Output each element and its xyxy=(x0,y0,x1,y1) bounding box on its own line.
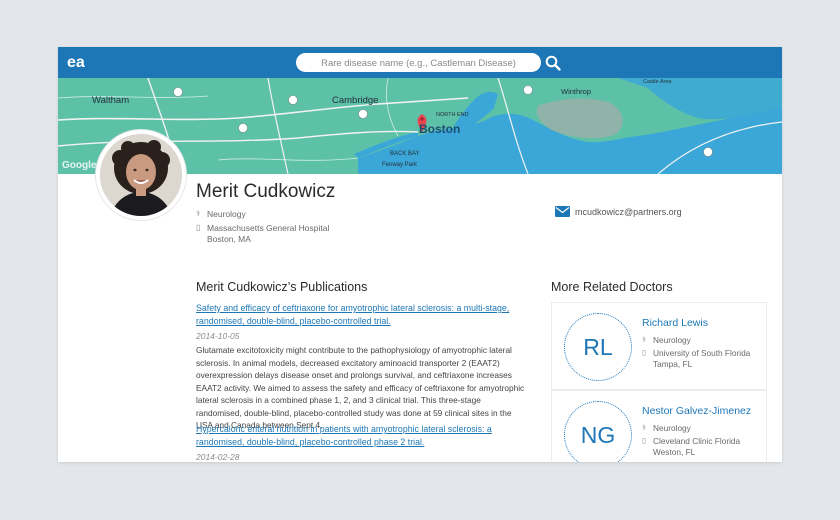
related-doctor-specialty-row: ⚕ Neurology xyxy=(642,335,691,345)
publication-item: Hypercaloric enteral nutrition in patien… xyxy=(196,423,526,462)
stethoscope-icon: ⚕ xyxy=(642,335,647,344)
publication-title-link[interactable]: Safety and efficacy of ceftriaxone for a… xyxy=(196,302,526,328)
google-watermark: Google xyxy=(62,160,97,171)
disease-search-input[interactable] xyxy=(296,54,541,73)
related-doctor-city: Tampa, FL xyxy=(653,359,693,369)
envelope-icon xyxy=(555,206,570,217)
app-window: ea Rare disease name (e.g., Castleman Di… xyxy=(58,47,782,462)
logo-text: ea xyxy=(67,54,85,71)
map-label-fenway: Fenway Park xyxy=(382,162,418,168)
related-doctor-specialty: Neurology xyxy=(653,423,691,433)
doctor-name: Merit Cudkowicz xyxy=(196,181,336,202)
site-logo[interactable]: ea xyxy=(67,54,89,71)
publication-date: 2014-02-28 xyxy=(196,452,240,462)
publication-date: 2014-10-05 xyxy=(196,331,240,341)
stethoscope-icon: ⚕ xyxy=(642,423,647,432)
related-doctor-institution-row: ▯ Cleveland Clinic Florida Weston, FL xyxy=(642,436,740,458)
hospital-icon: ▯ xyxy=(642,348,647,357)
map-label-boston: Boston xyxy=(419,122,461,136)
doctor-initials-avatar: NG xyxy=(564,401,632,462)
map-label-winthrop: Winthrop xyxy=(561,87,592,96)
publication-item: Safety and efficacy of ceftriaxone for a… xyxy=(196,302,526,432)
related-doctor-institution: University of South Florida xyxy=(653,348,751,358)
related-doctor-institution-row: ▯ University of South Florida Tampa, FL xyxy=(642,348,750,370)
specialty-text: Neurology xyxy=(207,209,246,219)
avatar-photo xyxy=(100,134,182,216)
email-link[interactable]: mcudkowicz@partners.org xyxy=(575,207,682,217)
specialty-row: ⚕ Neurology xyxy=(196,209,246,219)
top-navigation-bar: ea xyxy=(58,47,782,78)
related-doctor-name-link[interactable]: Nestor Galvez-Jimenez xyxy=(642,405,751,417)
related-doctor-card[interactable]: RL Richard Lewis ⚕ Neurology ▯ Universit… xyxy=(551,302,767,390)
map-label-cambridge: Cambridge xyxy=(332,95,379,106)
hospital-row: ▯ Massachusetts General Hospital Boston,… xyxy=(196,223,329,245)
related-doctor-specialty-row: ⚕ Neurology xyxy=(642,423,691,433)
hospital-name: Massachusetts General Hospital xyxy=(207,223,330,233)
related-doctor-name-link[interactable]: Richard Lewis xyxy=(642,317,708,329)
hospital-icon: ▯ xyxy=(196,223,201,232)
email-row[interactable]: mcudkowicz@partners.org xyxy=(555,206,682,217)
map-label-back-bay: BACK BAY xyxy=(390,151,420,157)
hospital-city: Boston, MA xyxy=(207,234,251,244)
stethoscope-icon: ⚕ xyxy=(196,209,201,218)
related-doctor-institution: Cleveland Clinic Florida xyxy=(653,436,741,446)
hospital-icon: ▯ xyxy=(642,436,647,445)
search-box xyxy=(296,53,541,73)
related-doctor-city: Weston, FL xyxy=(653,447,696,457)
publication-title-link[interactable]: Hypercaloric enteral nutrition in patien… xyxy=(196,423,526,449)
publications-heading: Merit Cudkowicz’s Publications xyxy=(196,280,368,294)
map-label-north-end: NORTH END xyxy=(436,112,469,118)
map-label-waltham: Waltham xyxy=(92,95,130,106)
publication-abstract: Glutamate excitotoxicity might contribut… xyxy=(196,345,525,430)
map-label-castle-area: Castle Area xyxy=(643,79,672,85)
related-doctors-heading: More Related Doctors xyxy=(551,280,673,294)
related-doctor-card[interactable]: NG Nestor Galvez-Jimenez ⚕ Neurology ▯ C… xyxy=(551,390,767,462)
doctor-initials-avatar: RL xyxy=(564,313,632,381)
doctor-avatar xyxy=(96,130,186,220)
search-icon[interactable] xyxy=(545,55,561,71)
related-doctor-specialty: Neurology xyxy=(653,335,691,345)
